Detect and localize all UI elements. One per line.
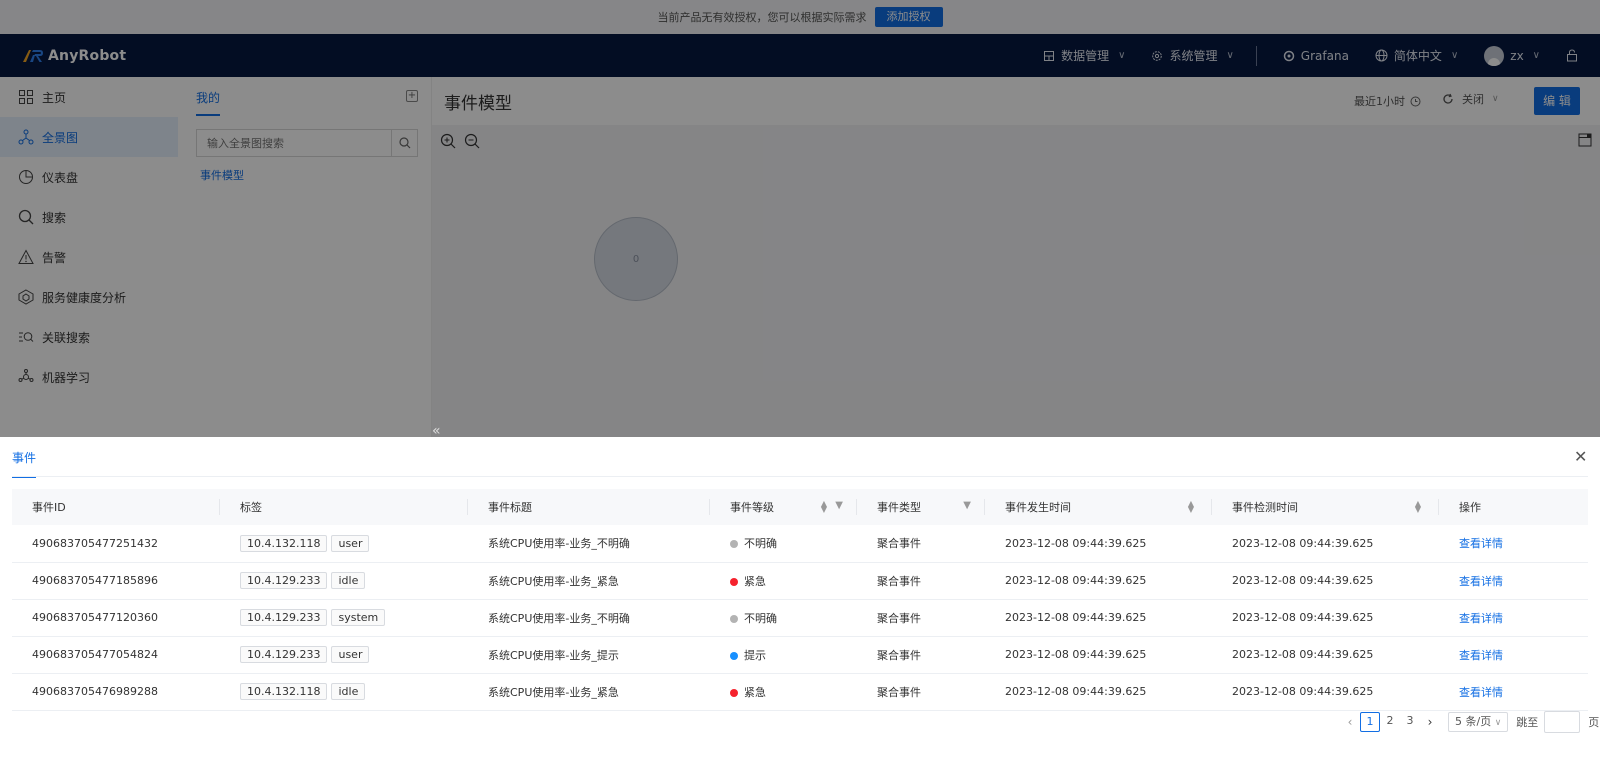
events-drawer: 事件 ✕ 事件ID 标签 事件标题 事件等级 ▲ ▼ ▼ 事件类型 ▼ 事件发生时间 ▲ ▼…	[0, 437, 1600, 773]
event-tags: 10.4.129.233 user	[220, 636, 468, 674]
tag: user	[331, 646, 370, 663]
event-level: 紧急	[710, 562, 857, 600]
column-header-action: 操作	[1439, 489, 1588, 525]
page-3[interactable]: 3	[1400, 712, 1420, 732]
event-title: 系统CPU使用率-业务_紧急	[468, 562, 710, 600]
view-details-link[interactable]: 查看详情	[1439, 525, 1588, 563]
column-header-type[interactable]: 事件类型 ▼	[857, 489, 985, 525]
sort-icon[interactable]: ▲ ▼	[821, 500, 827, 514]
tag: 10.4.132.118	[240, 534, 328, 552]
column-header-tags: 标签	[220, 489, 468, 525]
filter-icon[interactable]: ▼	[963, 500, 971, 511]
modal-overlay[interactable]	[0, 0, 1600, 437]
table-row: 490683705477120360 10.4.129.233 system 系统…	[12, 599, 1588, 637]
table-row: 490683705477185896 10.4.129.233 idle 系统CP…	[12, 562, 1588, 600]
tag: 10.4.129.233	[240, 646, 328, 663]
column-header-title: 事件标题	[468, 489, 710, 525]
tag: 10.4.129.233	[240, 609, 328, 626]
event-occur-time: 2023-12-08 09:44:39.625	[985, 562, 1212, 600]
event-level: 不明确	[710, 525, 857, 563]
tag: idle	[331, 572, 366, 589]
level-dot	[730, 614, 738, 623]
level-dot	[730, 688, 738, 697]
event-title: 系统CPU使用率-业务_提示	[468, 636, 710, 674]
sort-icon[interactable]: ▲ ▼	[1188, 500, 1194, 514]
column-header-detect-time[interactable]: 事件检测时间 ▲ ▼	[1212, 489, 1439, 525]
event-tags: 10.4.132.118 user	[220, 525, 468, 563]
event-detect-time: 2023-12-08 09:44:39.625	[1212, 673, 1439, 711]
event-id: 490683705477185896	[12, 562, 220, 600]
event-detect-time: 2023-12-08 09:44:39.625	[1212, 562, 1439, 600]
page-unit-label: 页	[1588, 716, 1600, 729]
jump-label: 跳至	[1516, 716, 1539, 729]
event-occur-time: 2023-12-08 09:44:39.625	[985, 673, 1212, 711]
page-size-select[interactable]: 5 条/页 ∨	[1448, 712, 1509, 732]
event-title: 系统CPU使用率-业务_不明确	[468, 599, 710, 637]
prev-page-icon[interactable]: ‹	[1340, 715, 1360, 729]
tag: idle	[331, 683, 366, 700]
event-occur-time: 2023-12-08 09:44:39.625	[985, 525, 1212, 563]
table-header-row: 事件ID 标签 事件标题 事件等级 ▲ ▼ ▼ 事件类型 ▼ 事件发生时间 ▲ ▼ 事件检测…	[12, 489, 1588, 525]
table-row: 490683705477054824 10.4.129.233 user 系统CP…	[12, 636, 1588, 674]
tag: 10.4.132.118	[240, 683, 328, 700]
tag: system	[331, 609, 386, 626]
event-level: 紧急	[710, 673, 857, 711]
event-id: 490683705476989288	[12, 673, 220, 711]
event-tags: 10.4.129.233 idle	[220, 562, 468, 600]
tag: 10.4.129.233	[240, 572, 328, 589]
event-title: 系统CPU使用率-业务_不明确	[468, 525, 710, 563]
page-2[interactable]: 2	[1380, 712, 1400, 732]
event-type: 聚合事件	[857, 636, 985, 674]
event-level: 不明确	[710, 599, 857, 637]
chevron-down-icon: ∨	[1494, 718, 1502, 728]
table-row: 490683705476989288 10.4.132.118 idle 系统CP…	[12, 673, 1588, 711]
event-detect-time: 2023-12-08 09:44:39.625	[1212, 525, 1439, 563]
sort-icon[interactable]: ▲ ▼	[1415, 500, 1421, 514]
page-1[interactable]: 1	[1360, 712, 1380, 732]
tag: user	[331, 534, 370, 552]
close-icon[interactable]: ✕	[1574, 447, 1587, 466]
event-occur-time: 2023-12-08 09:44:39.625	[985, 599, 1212, 637]
event-occur-time: 2023-12-08 09:44:39.625	[985, 636, 1212, 674]
filter-icon[interactable]: ▼	[835, 500, 843, 511]
event-id: 490683705477251432	[12, 525, 220, 563]
level-dot	[730, 651, 738, 660]
level-dot	[730, 577, 738, 586]
event-id: 490683705477054824	[12, 636, 220, 674]
event-type: 聚合事件	[857, 562, 985, 600]
view-details-link[interactable]: 查看详情	[1439, 673, 1588, 711]
event-type: 聚合事件	[857, 673, 985, 711]
column-header-event-id: 事件ID	[12, 489, 220, 525]
jump-page-input[interactable]	[1544, 711, 1581, 733]
event-title: 系统CPU使用率-业务_紧急	[468, 673, 710, 711]
column-header-level[interactable]: 事件等级 ▲ ▼ ▼	[710, 489, 857, 525]
event-detect-time: 2023-12-08 09:44:39.625	[1212, 636, 1439, 674]
event-tags: 10.4.132.118 idle	[220, 673, 468, 711]
events-table: 事件ID 标签 事件标题 事件等级 ▲ ▼ ▼ 事件类型 ▼ 事件发生时间 ▲ ▼ 事件检测…	[12, 489, 1588, 711]
tab-divider	[12, 476, 1588, 477]
table-row: 490683705477251432 10.4.132.118 user 系统CP…	[12, 525, 1588, 563]
event-id: 490683705477120360	[12, 599, 220, 637]
event-type: 聚合事件	[857, 599, 985, 637]
event-detect-time: 2023-12-08 09:44:39.625	[1212, 599, 1439, 637]
event-tags: 10.4.129.233 system	[220, 599, 468, 637]
view-details-link[interactable]: 查看详情	[1439, 599, 1588, 637]
column-header-occur-time[interactable]: 事件发生时间 ▲ ▼	[985, 489, 1212, 525]
event-level: 提示	[710, 636, 857, 674]
event-type: 聚合事件	[857, 525, 985, 563]
next-page-icon[interactable]: ›	[1420, 715, 1440, 729]
tab-events[interactable]: 事件	[12, 449, 37, 478]
pagination: ‹ 1 2 3 › 5 条/页 ∨ 跳至 页	[1340, 711, 1599, 733]
view-details-link[interactable]: 查看详情	[1439, 562, 1588, 600]
level-dot	[730, 540, 738, 549]
view-details-link[interactable]: 查看详情	[1439, 636, 1588, 674]
